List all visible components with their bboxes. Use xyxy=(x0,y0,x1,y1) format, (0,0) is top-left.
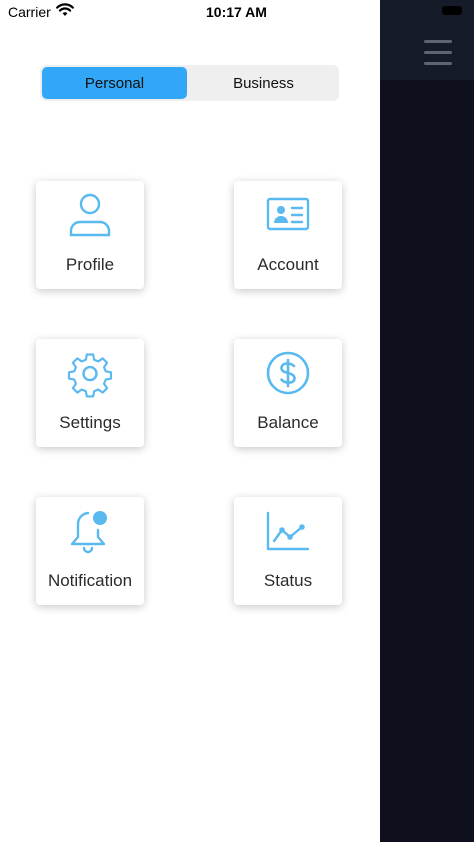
bell-icon xyxy=(70,511,107,554)
balance-tile[interactable]: Balance xyxy=(234,339,342,447)
carrier-label: Carrier xyxy=(8,4,51,20)
tile-label: Balance xyxy=(257,413,319,432)
hamburger-menu-icon[interactable] xyxy=(424,40,452,66)
tile-label: Profile xyxy=(65,255,115,274)
dollar-icon xyxy=(266,351,310,395)
side-panel xyxy=(380,0,474,842)
status-tile[interactable]: Status xyxy=(234,497,342,605)
id-card-icon xyxy=(266,197,310,231)
tile-label: Account xyxy=(257,255,319,274)
segment-personal[interactable]: Personal xyxy=(42,67,187,99)
segment-business[interactable]: Business xyxy=(190,67,337,99)
tile-label: Settings xyxy=(59,413,121,432)
account-type-segmented-control: Personal Business xyxy=(40,65,339,101)
notification-tile[interactable]: Notification xyxy=(36,497,144,605)
wifi-icon xyxy=(56,3,74,16)
person-icon xyxy=(69,193,111,237)
tile-label: Notification xyxy=(47,571,133,590)
battery-icon xyxy=(442,6,462,15)
account-tile[interactable]: Account xyxy=(234,181,342,289)
profile-tile[interactable]: Profile xyxy=(36,181,144,289)
settings-tile[interactable]: Settings xyxy=(36,339,144,447)
tile-label: Status xyxy=(263,571,313,590)
chart-icon xyxy=(266,511,310,551)
gear-icon xyxy=(67,353,113,398)
clock: 10:17 AM xyxy=(206,4,267,20)
status-bar: Carrier 10:17 AM xyxy=(0,0,474,24)
